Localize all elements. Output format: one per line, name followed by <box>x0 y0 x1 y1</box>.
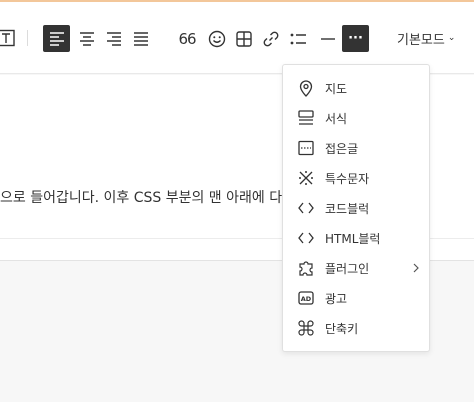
menu-item-label: 서식 <box>325 111 348 126</box>
align-left-button[interactable] <box>43 25 70 52</box>
puzzle-icon <box>297 259 315 277</box>
map-pin-icon <box>297 79 315 97</box>
template-icon <box>297 109 315 127</box>
menu-item-html-block[interactable]: HTML블럭 <box>283 223 429 253</box>
editor-mode-select[interactable]: 기본모드 ⌄ <box>397 26 455 50</box>
menu-item-ad[interactable]: AD 광고 <box>283 283 429 313</box>
text-style-icon[interactable] <box>0 28 16 48</box>
menu-item-shortcut[interactable]: 단축키 <box>283 313 429 343</box>
bullet-list-button[interactable] <box>285 25 312 52</box>
menu-item-code-block[interactable]: 코드블럭 <box>283 193 429 223</box>
align-center-icon <box>79 31 94 46</box>
align-justify-button[interactable] <box>127 25 154 52</box>
smiley-icon <box>208 30 225 47</box>
link-button[interactable] <box>257 25 284 52</box>
emoticon-button[interactable] <box>203 25 230 52</box>
more-dots-icon: ··· <box>348 31 363 46</box>
align-left-icon <box>49 31 64 46</box>
menu-item-label: 접은글 <box>325 141 359 156</box>
menu-item-special-char[interactable]: 특수문자 <box>283 163 429 193</box>
table-button[interactable] <box>230 25 257 52</box>
menu-item-plugin[interactable]: 플러그인 <box>283 253 429 283</box>
quote-icon: 66 <box>178 29 196 48</box>
code-icon <box>297 199 315 217</box>
more-button[interactable]: ··· <box>342 25 369 52</box>
table-icon <box>235 30 252 47</box>
menu-item-label: HTML블럭 <box>325 231 381 246</box>
quote-button[interactable]: 66 <box>173 25 201 52</box>
align-justify-icon <box>133 31 148 46</box>
menu-item-label: 단축키 <box>325 321 359 336</box>
menu-item-label: 플러그인 <box>325 261 370 276</box>
bullet-list-icon <box>290 33 306 44</box>
toolbar-divider <box>27 30 28 46</box>
menu-item-label: 광고 <box>325 291 348 306</box>
menu-item-label: 특수문자 <box>325 171 370 186</box>
editor-mode-label: 기본모드 <box>397 32 445 48</box>
html-code-icon <box>297 229 315 247</box>
align-right-icon <box>106 31 121 46</box>
link-icon <box>263 31 278 46</box>
special-char-icon <box>297 169 315 187</box>
menu-item-label: 지도 <box>325 81 348 96</box>
svg-text:AD: AD <box>301 295 312 303</box>
horizontal-line-icon <box>320 37 335 40</box>
menu-item-label: 코드블럭 <box>325 201 370 216</box>
align-center-button[interactable] <box>73 25 100 52</box>
more-menu-dropdown: 지도 서식 접은글 특수문자 코드블럭 HTML블럭 플러그인 AD 광고 단축… <box>282 64 430 352</box>
fold-icon <box>297 139 315 157</box>
menu-item-template[interactable]: 서식 <box>283 103 429 133</box>
align-right-button[interactable] <box>100 25 127 52</box>
command-icon <box>297 319 315 337</box>
menu-item-map[interactable]: 지도 <box>283 73 429 103</box>
ad-icon: AD <box>297 289 315 307</box>
menu-item-fold[interactable]: 접은글 <box>283 133 429 163</box>
horizontal-rule-button[interactable] <box>314 25 341 52</box>
chevron-down-icon: ⌄ <box>447 33 456 43</box>
chevron-right-icon <box>413 262 419 276</box>
